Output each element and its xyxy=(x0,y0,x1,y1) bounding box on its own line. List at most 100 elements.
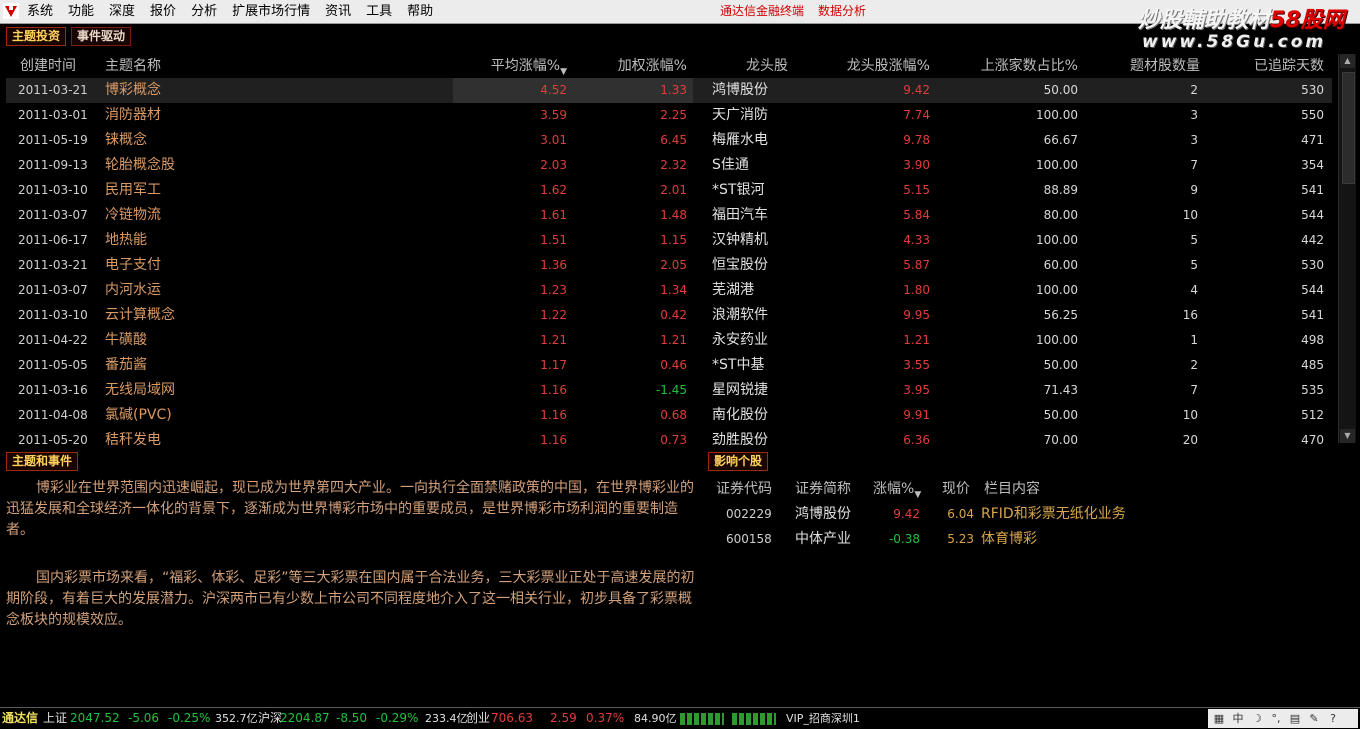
row-leader-stock: 鸿博股份 xyxy=(712,82,768,98)
table-row[interactable]: 2011-03-21 电子支付 1.36 2.05 恒宝股份 5.87 60.00 5 530 xyxy=(6,253,1332,278)
grid-icon[interactable]: ▦ xyxy=(1212,712,1226,726)
menu-analysis[interactable]: 分析 xyxy=(191,0,227,23)
menu-extended-market[interactable]: 扩展市场行情 xyxy=(232,0,320,23)
col-header-rise-ratio[interactable]: 上涨家数占比% xyxy=(964,54,1078,78)
stock-header-column[interactable]: 栏目内容 xyxy=(984,478,1040,500)
row-avg-change: 1.23 xyxy=(540,283,567,297)
menu-quote[interactable]: 报价 xyxy=(150,0,186,23)
row-rise-ratio: 60.00 xyxy=(1043,258,1078,272)
table-row[interactable]: 2011-03-21 博彩概念 4.52 1.33 鸿博股份 9.42 50.00 2 530 xyxy=(6,78,1332,103)
volume-bars-icon xyxy=(732,713,776,725)
table-row[interactable]: 2011-03-07 冷链物流 1.61 1.48 福田汽车 5.84 80.00 10 544 xyxy=(6,203,1332,228)
col-header-avg[interactable]: 平均涨幅%▼ xyxy=(453,54,567,78)
keyboard-icon[interactable]: ▤ xyxy=(1288,712,1302,726)
row-rise-ratio: 100.00 xyxy=(1036,233,1078,247)
table-row[interactable]: 2011-09-13 轮胎概念股 2.03 2.32 S佳通 3.90 100.00 7 354 xyxy=(6,153,1332,178)
status-sh-pct: -0.25% xyxy=(168,711,211,725)
row-tracked-days: 354 xyxy=(1301,158,1324,172)
menu-system[interactable]: 系统 xyxy=(27,0,63,23)
stock-header-code[interactable]: 证券代码 xyxy=(716,478,772,500)
table-row[interactable]: 2011-04-22 牛磺酸 1.21 1.21 永安药业 1.21 100.00 1 498 xyxy=(6,328,1332,353)
row-theme-name: 铼概念 xyxy=(105,132,147,148)
row-leader-change: 3.55 xyxy=(903,358,930,372)
status-sz-index: 2204.87 xyxy=(280,711,330,725)
col-header-leader[interactable]: 龙头股 xyxy=(746,54,788,78)
row-weighted-change: 1.15 xyxy=(660,233,687,247)
settings-icon[interactable]: ✎ xyxy=(1307,712,1321,726)
row-stock-count: 2 xyxy=(1190,358,1198,372)
row-tracked-days: 550 xyxy=(1301,108,1324,122)
row-weighted-change: 2.05 xyxy=(660,258,687,272)
scroll-down-icon[interactable]: ▼ xyxy=(1340,429,1355,443)
col-header-count[interactable]: 题材股数量 xyxy=(1084,54,1200,78)
col-header-date[interactable]: 创建时间 xyxy=(20,54,76,78)
row-leader-change: 3.95 xyxy=(903,383,930,397)
stock-header-pct[interactable]: 涨幅%▼ xyxy=(873,478,921,500)
row-tracked-days: 471 xyxy=(1301,133,1324,147)
row-avg-change: 3.01 xyxy=(540,133,567,147)
table-row[interactable]: 2011-05-05 番茄酱 1.17 0.46 *ST中基 3.55 50.00 2 485 xyxy=(6,353,1332,378)
status-server[interactable]: VIP_招商深圳1 xyxy=(786,708,860,729)
scroll-thumb[interactable] xyxy=(1342,72,1355,184)
menu-help[interactable]: 帮助 xyxy=(407,0,443,23)
row-leader-change: 1.80 xyxy=(903,283,930,297)
menu-news[interactable]: 资讯 xyxy=(325,0,361,23)
moon-icon[interactable]: ☽ xyxy=(1250,712,1264,726)
row-weighted-change: 0.68 xyxy=(660,408,687,422)
row-avg-change: 1.16 xyxy=(540,408,567,422)
table-row[interactable]: 2011-03-10 民用军工 1.62 2.01 *ST银河 5.15 88.89 9 541 xyxy=(6,178,1332,203)
stock-price: 6.04 xyxy=(947,507,974,521)
status-sh-label[interactable]: 上证 xyxy=(43,708,67,729)
table-row[interactable]: 2011-04-08 氯碱(PVC) 1.16 0.68 南化股份 9.91 50.00 10… xyxy=(6,403,1332,428)
row-avg-change: 1.17 xyxy=(540,358,567,372)
row-date: 2011-03-21 xyxy=(18,258,88,272)
stock-header-name[interactable]: 证券简称 xyxy=(795,478,851,500)
row-theme-name: 博彩概念 xyxy=(105,82,161,98)
stock-row[interactable]: 600158 中体产业 -0.38 5.23 体育博彩 xyxy=(708,527,1148,552)
tab-theme-invest[interactable]: 主题投资 xyxy=(6,27,67,46)
status-tray: ▦ 中 ☽ °, ▤ ✎ ? xyxy=(1208,709,1358,728)
row-avg-change: 1.21 xyxy=(540,333,567,347)
stock-row[interactable]: 002229 鸿博股份 9.42 6.04 RFID和彩票无纸化业务 xyxy=(708,502,1148,527)
row-leader-change: 9.95 xyxy=(903,308,930,322)
row-leader-change: 9.42 xyxy=(903,83,930,97)
col-header-leader-pct[interactable]: 龙头股涨幅% xyxy=(818,54,930,78)
row-weighted-change: 1.34 xyxy=(660,283,687,297)
table-row[interactable]: 2011-03-01 消防器材 3.59 2.25 天广消防 7.74 100.00 3 550 xyxy=(6,103,1332,128)
help-icon[interactable]: ? xyxy=(1326,712,1340,726)
menu-tools[interactable]: 工具 xyxy=(366,0,402,23)
status-sh-amount: 352.7亿 xyxy=(215,712,258,725)
menu-depth[interactable]: 深度 xyxy=(109,0,145,23)
row-leader-change: 5.84 xyxy=(903,208,930,222)
status-bar: 通达信 上证 2047.52 -5.06 -0.25% 352.7亿 沪深 22… xyxy=(0,707,1360,729)
col-header-name[interactable]: 主题名称 xyxy=(105,54,161,78)
window-title: 通达信金融终端 数据分析 xyxy=(720,0,880,23)
row-date: 2011-03-10 xyxy=(18,308,88,322)
menu-function[interactable]: 功能 xyxy=(68,0,104,23)
col-header-avg-label: 平均涨幅% xyxy=(490,58,561,74)
scroll-up-icon[interactable]: ▲ xyxy=(1340,54,1355,68)
table-row[interactable]: 2011-03-10 云计算概念 1.22 0.42 浪潮软件 9.95 56.25 16 54… xyxy=(6,303,1332,328)
table-row[interactable]: 2011-03-16 无线局域网 1.16 -1.45 星网锐捷 3.95 71.43 7 53… xyxy=(6,378,1332,403)
stock-header-price[interactable]: 现价 xyxy=(942,478,970,500)
row-tracked-days: 544 xyxy=(1301,283,1324,297)
row-stock-count: 3 xyxy=(1190,108,1198,122)
row-weighted-change: 2.01 xyxy=(660,183,687,197)
col-header-days[interactable]: 已追踪天数 xyxy=(1208,54,1324,78)
row-date: 2011-03-07 xyxy=(18,283,88,297)
table-row[interactable]: 2011-03-07 内河水运 1.23 1.34 芜湖港 1.80 100.00 4 544 xyxy=(6,278,1332,303)
tab-event-driven[interactable]: 事件驱动 xyxy=(71,27,132,46)
stock-column-content: 体育博彩 xyxy=(981,531,1037,547)
table-row[interactable]: 2011-05-19 铼概念 3.01 6.45 梅雁水电 9.78 66.67 3 471 xyxy=(6,128,1332,153)
col-header-weighted[interactable]: 加权涨幅% xyxy=(573,54,687,78)
input-method-icon[interactable]: 中 xyxy=(1231,712,1245,726)
table-row[interactable]: 2011-06-17 地热能 1.51 1.15 汉钟精机 4.33 100.00 5 442 xyxy=(6,228,1332,253)
status-sz-label[interactable]: 沪深 xyxy=(258,708,282,729)
app-logo-icon[interactable] xyxy=(3,3,19,19)
status-cy-amount: 84.90亿 xyxy=(634,712,677,725)
status-cy-label[interactable]: 创业 xyxy=(466,708,490,729)
row-tracked-days: 512 xyxy=(1301,408,1324,422)
punctuation-icon[interactable]: °, xyxy=(1269,712,1283,726)
table-row[interactable]: 2011-05-20 秸秆发电 1.16 0.73 劲胜股份 6.36 70.00 20 470 xyxy=(6,428,1332,445)
vertical-scrollbar[interactable]: ▲ ▼ xyxy=(1338,54,1356,443)
